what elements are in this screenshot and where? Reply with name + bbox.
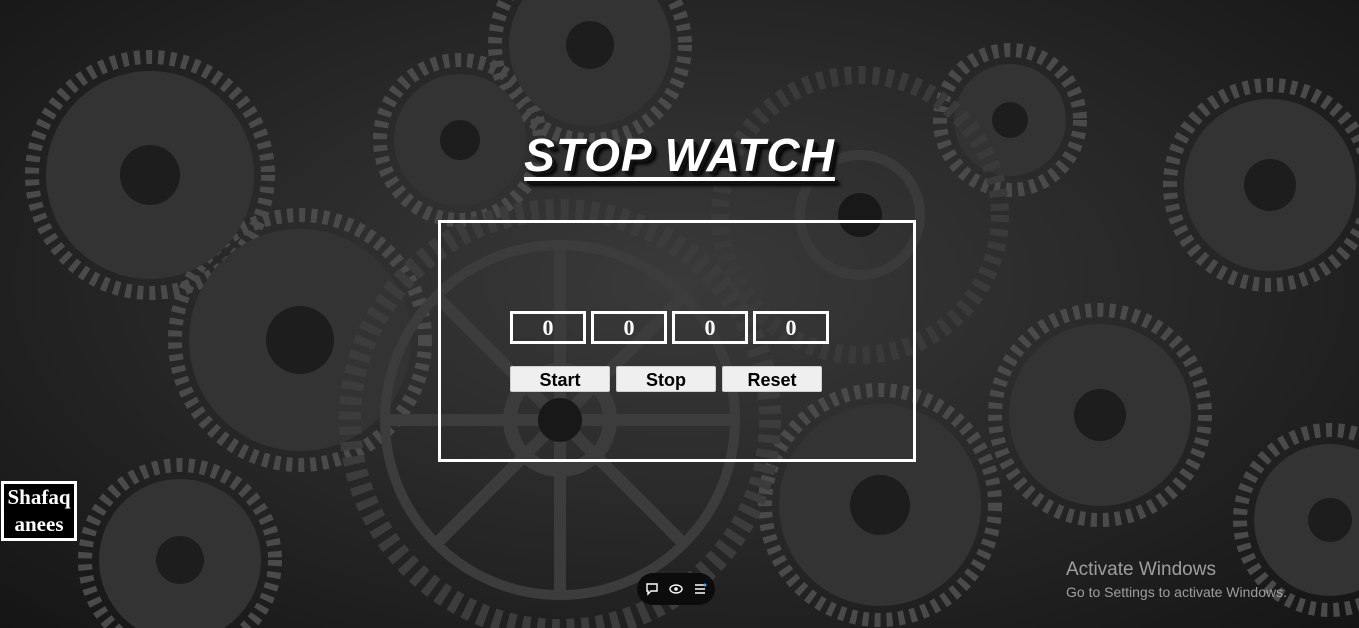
author-first-name: Shafaq	[7, 485, 71, 509]
author-badge: Shafaq anees	[1, 481, 77, 541]
windows-activation-watermark: Activate Windows Go to Settings to activ…	[1066, 558, 1287, 602]
milliseconds-display: 0	[753, 311, 829, 344]
author-last-name: anees	[14, 512, 64, 536]
eye-icon[interactable]	[669, 582, 683, 596]
control-buttons: Start Stop Reset	[510, 366, 822, 392]
stop-button[interactable]: Stop	[616, 366, 716, 392]
chat-icon[interactable]	[645, 582, 659, 596]
page-title: STOP WATCH	[524, 129, 835, 181]
hours-display: 0	[510, 311, 586, 344]
activate-windows-heading: Activate Windows	[1066, 559, 1216, 580]
stopwatch-panel: 0 0 0 0 Start Stop Reset	[438, 220, 916, 462]
minutes-display: 0	[591, 311, 667, 344]
floating-toolbar	[637, 573, 715, 605]
reset-button[interactable]: Reset	[722, 366, 822, 392]
time-display: 0 0 0 0	[510, 311, 829, 344]
menu-icon[interactable]	[693, 582, 707, 596]
start-button[interactable]: Start	[510, 366, 610, 392]
activate-windows-subtext: Go to Settings to activate Windows.	[1066, 584, 1287, 600]
seconds-display: 0	[672, 311, 748, 344]
